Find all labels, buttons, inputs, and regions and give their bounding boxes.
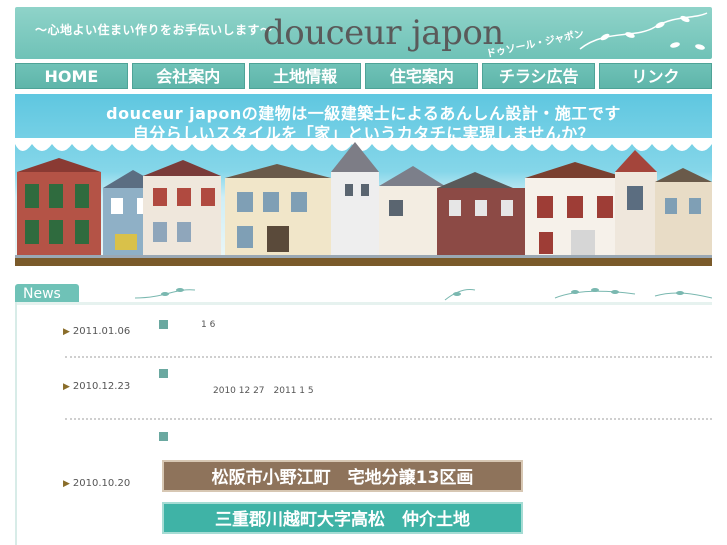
news-divider [65, 356, 712, 358]
arrow-right-icon: ▶ [63, 479, 70, 489]
arrow-right-icon: ▶ [63, 382, 70, 392]
news-left-border [15, 302, 17, 545]
vine-decoration-icon [579, 12, 708, 50]
news-tab: News [15, 284, 79, 304]
nav-item-company[interactable]: 会社案内 [131, 63, 245, 89]
news-text[interactable]: 1 6 [201, 320, 215, 330]
nav-item-links[interactable]: リンク [599, 63, 712, 89]
site-logo[interactable]: douceur japon [263, 13, 504, 53]
land-sale-banner[interactable]: 松阪市小野江町 宅地分譲13区画 [162, 460, 523, 492]
main-nav: HOME 会社案内 土地情報 住宅案内 チラシ広告 リンク [15, 63, 712, 89]
news-date: ▶ 2010.12.23 [63, 381, 131, 392]
bullet-square-icon [159, 432, 168, 441]
houses-illustration [15, 142, 712, 266]
nav-item-land[interactable]: 土地情報 [248, 63, 362, 89]
news-date: ▶ 2010.10.20 [63, 478, 131, 489]
news-vine-icon [135, 288, 712, 301]
news-date: ▶ 2011.01.06 [63, 326, 131, 337]
land-brokerage-banner[interactable]: 三重郡川越町大字高松 仲介土地 [162, 502, 523, 534]
site-header: 〜心地よい住まい作りをお手伝いします〜 douceur japon ドゥソール・… [15, 7, 712, 59]
news-section: News 1 6 ▶ 2011.01.06 2010 12 27 2011 1 5… [15, 284, 712, 545]
bullet-square-icon [159, 369, 168, 378]
bullet-square-icon [159, 320, 168, 329]
arrow-right-icon: ▶ [63, 327, 70, 337]
nav-item-home[interactable]: HOME [15, 63, 128, 89]
news-divider [65, 418, 712, 420]
hero-banner: douceur japonの建物は一級建築士によるあんしん設計・施工です 自分ら… [15, 94, 712, 266]
nav-item-housing[interactable]: 住宅案内 [365, 63, 479, 89]
site-tagline: 〜心地よい住まい作りをお手伝いします〜 [35, 23, 273, 37]
news-header-bar [15, 302, 712, 305]
news-text[interactable]: 2010 12 27 2011 1 5 [213, 383, 314, 396]
nav-item-flyer[interactable]: チラシ広告 [482, 63, 596, 89]
